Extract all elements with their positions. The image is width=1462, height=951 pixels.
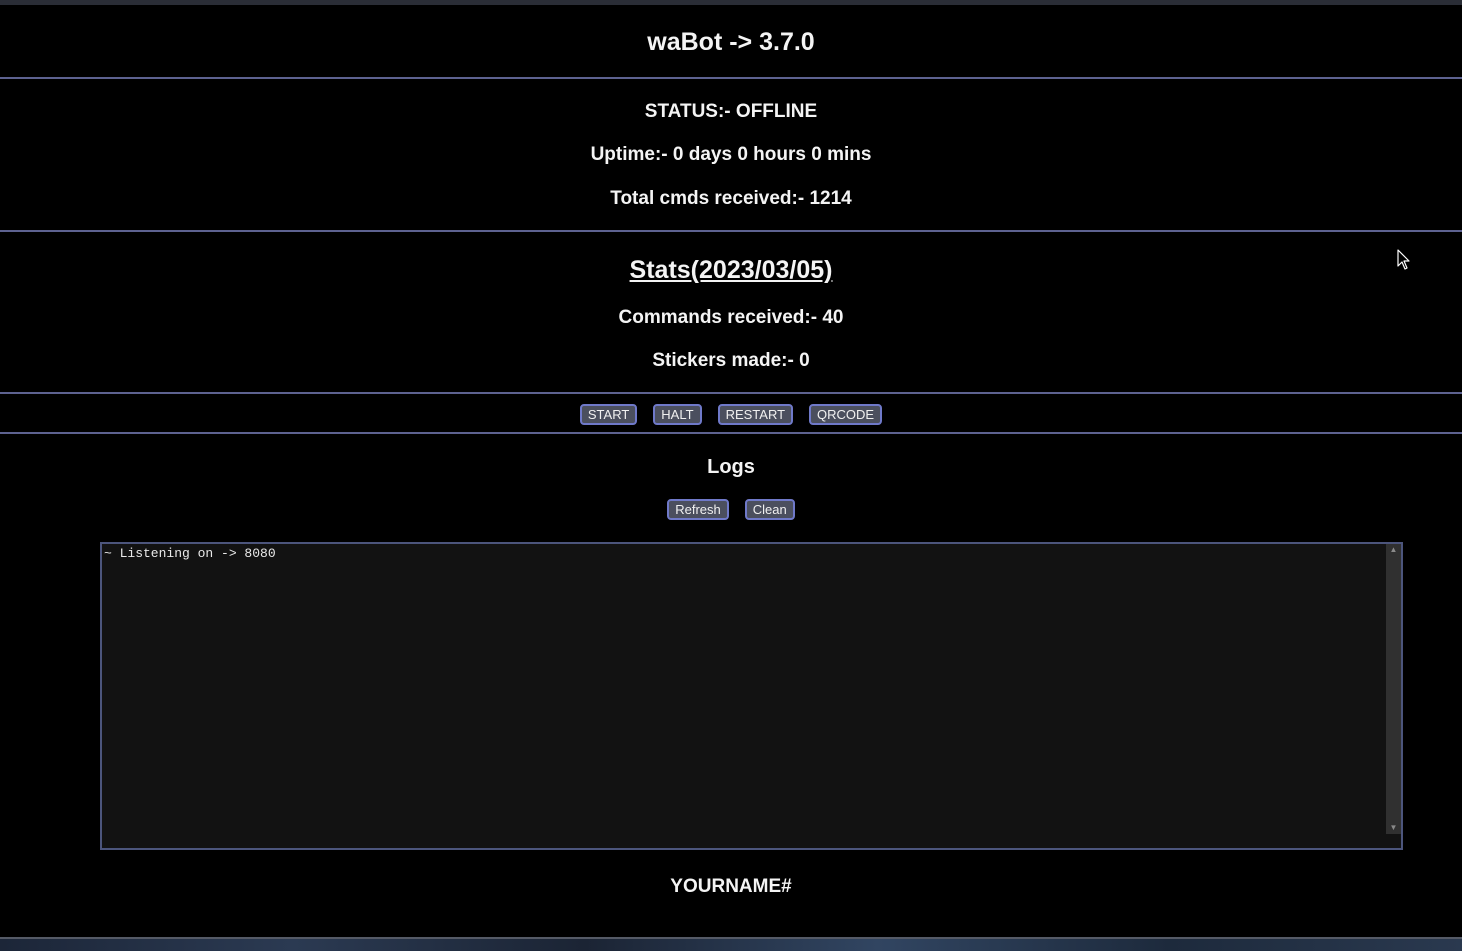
refresh-button[interactable]: Refresh <box>667 499 729 520</box>
halt-button[interactable]: HALT <box>653 404 702 425</box>
total-commands-text: Total cmds received:- 1214 <box>610 188 852 209</box>
footer-text: YOURNAME# <box>670 876 792 897</box>
resize-handle[interactable] <box>1386 834 1401 848</box>
control-buttons: START HALT RESTART QRCODE <box>0 404 1462 425</box>
scroll-up-icon[interactable]: ▲ <box>1386 544 1401 556</box>
log-scrollbar[interactable]: ▲ ▼ <box>1386 544 1401 834</box>
log-content: ~ Listening on -> 8080 <box>104 546 276 561</box>
commands-received-text: Commands received:- 40 <box>618 307 844 328</box>
scroll-down-icon[interactable]: ▼ <box>1386 822 1401 834</box>
qrcode-button[interactable]: QRCODE <box>809 404 883 425</box>
stickers-made-text: Stickers made:- 0 <box>652 350 810 371</box>
divider <box>0 432 1462 434</box>
start-button[interactable]: START <box>579 404 638 425</box>
restart-button[interactable]: RESTART <box>717 404 794 425</box>
divider <box>0 230 1462 232</box>
page-title: waBot -> 3.7.0 <box>647 28 815 56</box>
clean-button[interactable]: Clean <box>744 499 795 520</box>
uptime-text: Uptime:- 0 days 0 hours 0 mins <box>590 144 872 165</box>
log-textarea[interactable]: ~ Listening on -> 8080 ▲ ▼ <box>100 542 1403 850</box>
divider <box>0 77 1462 79</box>
stats-heading: Stats(2023/03/05) <box>629 256 833 284</box>
divider <box>0 392 1462 394</box>
mouse-pointer-icon <box>1397 249 1410 270</box>
status-text: STATUS:- OFFLINE <box>644 101 818 122</box>
logs-heading: Logs <box>707 456 755 478</box>
log-buttons: Refresh Clean <box>0 499 1462 520</box>
desktop-background-strip <box>0 937 1462 951</box>
window-top-strip <box>0 0 1462 5</box>
